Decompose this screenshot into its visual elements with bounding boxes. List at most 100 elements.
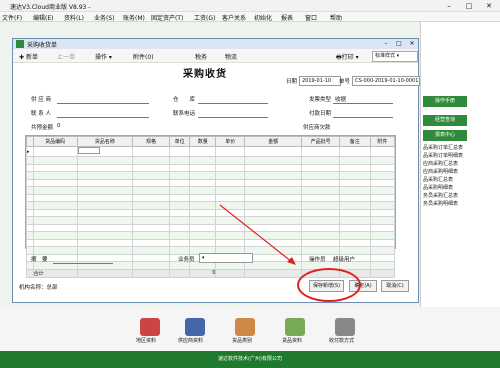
table-cell[interactable] bbox=[338, 201, 371, 210]
report-link[interactable]: 品采购订单汇总表 bbox=[423, 144, 463, 151]
table-cell[interactable] bbox=[131, 201, 171, 210]
table-cell[interactable] bbox=[169, 156, 191, 165]
dialog-minimize-icon[interactable]: – bbox=[380, 39, 392, 49]
col-header[interactable]: 备注 bbox=[338, 136, 371, 147]
table-row[interactable] bbox=[26, 156, 396, 165]
table-cell[interactable] bbox=[76, 253, 133, 262]
table-cell[interactable] bbox=[244, 171, 303, 180]
close-icon[interactable]: ✕ bbox=[480, 1, 498, 11]
print-button[interactable]: 🖶打印 ▾ bbox=[336, 52, 359, 63]
table-cell[interactable] bbox=[189, 186, 217, 195]
table-cell[interactable] bbox=[301, 216, 340, 225]
table-cell[interactable] bbox=[215, 178, 246, 187]
table-cell[interactable] bbox=[215, 193, 246, 202]
table-cell[interactable] bbox=[32, 201, 78, 210]
col-header[interactable]: 金额 bbox=[244, 136, 303, 147]
table-cell[interactable] bbox=[369, 261, 396, 270]
table-cell[interactable] bbox=[32, 231, 78, 240]
table-cell[interactable] bbox=[131, 208, 171, 217]
table-cell[interactable] bbox=[338, 193, 371, 202]
supplier-input[interactable] bbox=[57, 103, 149, 104]
table-cell[interactable] bbox=[244, 231, 303, 240]
table-cell[interactable] bbox=[369, 201, 396, 210]
table-row[interactable] bbox=[26, 238, 396, 247]
table-cell[interactable] bbox=[32, 163, 78, 172]
table-cell[interactable] bbox=[169, 231, 191, 240]
goods-category-icon[interactable] bbox=[235, 318, 255, 336]
table-cell[interactable] bbox=[301, 178, 340, 187]
table-cell[interactable] bbox=[169, 146, 191, 157]
table-cell[interactable] bbox=[76, 216, 133, 225]
table-cell[interactable] bbox=[244, 156, 303, 165]
date-field[interactable]: 2019-01-10 bbox=[299, 76, 341, 86]
table-cell[interactable] bbox=[215, 146, 246, 157]
menu-window[interactable]: 窗口 bbox=[305, 13, 317, 22]
report-link[interactable]: 务员采购明细表 bbox=[423, 200, 458, 207]
table-cell[interactable] bbox=[32, 156, 78, 165]
table-row[interactable] bbox=[26, 208, 396, 217]
table-cell[interactable] bbox=[169, 186, 191, 195]
menu-assets[interactable]: 固定资产(T) bbox=[151, 13, 183, 22]
menu-edit[interactable]: 编辑(E) bbox=[33, 13, 53, 22]
table-cell[interactable] bbox=[169, 163, 191, 172]
menu-business[interactable]: 业务(S) bbox=[94, 13, 115, 22]
menu-salary[interactable]: 工资(G) bbox=[194, 13, 215, 22]
table-cell[interactable] bbox=[169, 208, 191, 217]
col-header[interactable]: 产品批号 bbox=[301, 136, 340, 147]
table-cell[interactable] bbox=[215, 231, 246, 240]
table-cell[interactable] bbox=[338, 186, 371, 195]
table-cell[interactable] bbox=[76, 231, 133, 240]
attachment-button[interactable]: 附件(0) bbox=[133, 52, 154, 61]
table-cell[interactable] bbox=[76, 156, 133, 165]
table-cell[interactable] bbox=[244, 178, 303, 187]
report-link[interactable]: 务员采购汇总表 bbox=[423, 192, 458, 199]
table-cell[interactable] bbox=[369, 156, 396, 165]
table-row[interactable] bbox=[26, 193, 396, 202]
table-row[interactable] bbox=[26, 231, 396, 240]
phone-input[interactable] bbox=[198, 117, 268, 118]
summary-input[interactable] bbox=[53, 263, 113, 264]
table-cell[interactable] bbox=[76, 238, 133, 247]
col-header[interactable]: 单价 bbox=[215, 136, 246, 147]
table-cell[interactable] bbox=[131, 231, 171, 240]
table-cell[interactable] bbox=[76, 146, 133, 157]
table-cell[interactable] bbox=[76, 193, 133, 202]
table-cell[interactable] bbox=[131, 146, 171, 157]
new-doc-button[interactable]: ✚ 新单 bbox=[19, 52, 38, 61]
table-cell[interactable] bbox=[338, 178, 371, 187]
table-cell[interactable] bbox=[189, 231, 217, 240]
table-cell[interactable] bbox=[301, 156, 340, 165]
invoice-type-select[interactable]: 收据 bbox=[335, 95, 346, 103]
table-cell[interactable] bbox=[32, 223, 78, 232]
report-center-button[interactable]: 报表中心 bbox=[423, 130, 467, 141]
table-cell[interactable] bbox=[215, 208, 246, 217]
table-cell[interactable] bbox=[369, 253, 396, 262]
table-cell[interactable] bbox=[369, 171, 396, 180]
table-cell[interactable] bbox=[338, 163, 371, 172]
table-cell[interactable] bbox=[215, 223, 246, 232]
table-cell[interactable] bbox=[244, 246, 303, 255]
region-icon[interactable] bbox=[140, 318, 160, 336]
table-cell[interactable] bbox=[131, 178, 171, 187]
table-cell[interactable] bbox=[169, 238, 191, 247]
maximize-icon[interactable]: □ bbox=[460, 1, 478, 11]
table-cell[interactable] bbox=[338, 238, 371, 247]
table-cell[interactable] bbox=[301, 171, 340, 180]
payment-method-icon[interactable] bbox=[335, 318, 355, 336]
report-link[interactable]: 品采购汇总表 bbox=[423, 176, 453, 183]
menu-init[interactable]: 初始化 bbox=[254, 13, 272, 22]
col-header[interactable]: 附件 bbox=[369, 136, 396, 147]
table-cell[interactable] bbox=[215, 201, 246, 210]
table-cell[interactable] bbox=[169, 246, 191, 255]
table-cell[interactable] bbox=[169, 223, 191, 232]
table-cell[interactable] bbox=[369, 208, 396, 217]
col-header[interactable]: 规格 bbox=[131, 136, 171, 147]
table-cell[interactable] bbox=[369, 216, 396, 225]
table-cell[interactable] bbox=[131, 238, 171, 247]
table-cell[interactable] bbox=[131, 216, 171, 225]
table-cell[interactable] bbox=[301, 201, 340, 210]
table-cell[interactable] bbox=[369, 186, 396, 195]
cancel-button[interactable]: 取消(C) bbox=[381, 280, 409, 292]
table-cell[interactable] bbox=[189, 216, 217, 225]
table-cell[interactable] bbox=[131, 171, 171, 180]
